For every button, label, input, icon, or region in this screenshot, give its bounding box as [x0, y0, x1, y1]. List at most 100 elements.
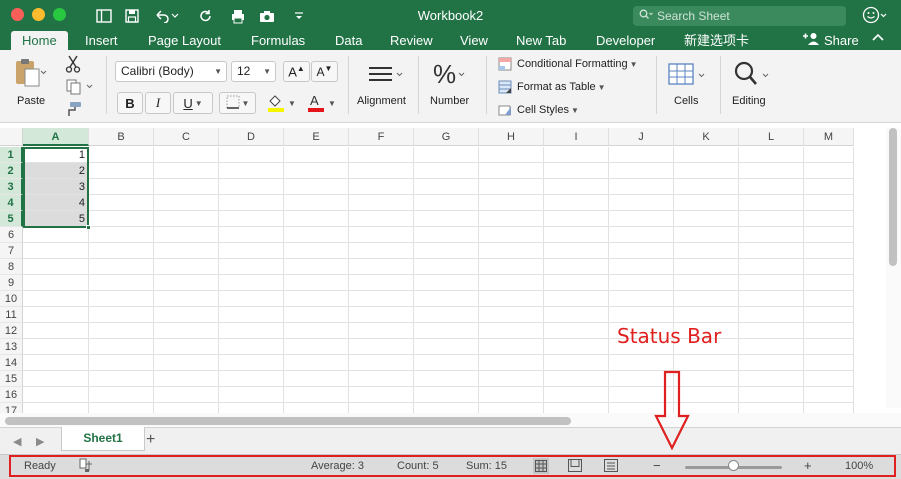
- cell-c8[interactable]: [154, 259, 219, 275]
- cell-i3[interactable]: [544, 179, 609, 195]
- cell-i6[interactable]: [544, 227, 609, 243]
- cell-j11[interactable]: [609, 307, 674, 323]
- cell-e1[interactable]: [284, 147, 349, 163]
- column-header-d[interactable]: D: [219, 128, 284, 146]
- cell-f7[interactable]: [349, 243, 414, 259]
- row-header-11[interactable]: 11: [0, 307, 23, 323]
- cell-i4[interactable]: [544, 195, 609, 211]
- cell-g6[interactable]: [414, 227, 479, 243]
- bold-button[interactable]: B: [117, 92, 143, 114]
- cell-j8[interactable]: [609, 259, 674, 275]
- row-header-5[interactable]: 5: [0, 211, 23, 227]
- cell-b8[interactable]: [89, 259, 154, 275]
- cell-k8[interactable]: [674, 259, 739, 275]
- borders-button[interactable]: ▼: [219, 92, 256, 114]
- cut-icon[interactable]: [63, 55, 83, 73]
- row-header-2[interactable]: 2: [0, 163, 23, 179]
- cell-f4[interactable]: [349, 195, 414, 211]
- cell-a9[interactable]: [23, 275, 89, 291]
- cell-a13[interactable]: [23, 339, 89, 355]
- cell-h1[interactable]: [479, 147, 544, 163]
- cell-g7[interactable]: [414, 243, 479, 259]
- cell-e14[interactable]: [284, 355, 349, 371]
- cell-b14[interactable]: [89, 355, 154, 371]
- cell-l10[interactable]: [739, 291, 804, 307]
- cell-h15[interactable]: [479, 371, 544, 387]
- conditional-formatting-button[interactable]: Conditional Formatting ▼: [498, 57, 638, 71]
- row-header-16[interactable]: 16: [0, 387, 23, 403]
- cell-styles-button[interactable]: Cell Styles ▼: [498, 103, 579, 117]
- cell-d3[interactable]: [219, 179, 284, 195]
- search-sheet-field[interactable]: Search Sheet: [633, 6, 846, 26]
- cell-d12[interactable]: [219, 323, 284, 339]
- cell-b4[interactable]: [89, 195, 154, 211]
- cell-e11[interactable]: [284, 307, 349, 323]
- cell-a12[interactable]: [23, 323, 89, 339]
- tab-home[interactable]: Home: [11, 31, 68, 51]
- row-header-8[interactable]: 8: [0, 259, 23, 275]
- cell-f2[interactable]: [349, 163, 414, 179]
- cell-g9[interactable]: [414, 275, 479, 291]
- cell-i14[interactable]: [544, 355, 609, 371]
- cell-f12[interactable]: [349, 323, 414, 339]
- normal-view-icon[interactable]: [533, 458, 549, 474]
- macro-record-icon[interactable]: [79, 458, 93, 476]
- cell-f11[interactable]: [349, 307, 414, 323]
- row-header-4[interactable]: 4: [0, 195, 23, 211]
- cell-i1[interactable]: [544, 147, 609, 163]
- column-header-i[interactable]: I: [544, 128, 609, 146]
- cell-a8[interactable]: [23, 259, 89, 275]
- row-header-1[interactable]: 1: [0, 147, 23, 163]
- cell-b9[interactable]: [89, 275, 154, 291]
- cell-g10[interactable]: [414, 291, 479, 307]
- column-header-j[interactable]: J: [609, 128, 674, 146]
- cell-l11[interactable]: [739, 307, 804, 323]
- cell-b16[interactable]: [89, 387, 154, 403]
- cell-c2[interactable]: [154, 163, 219, 179]
- cell-h5[interactable]: [479, 211, 544, 227]
- row-header-7[interactable]: 7: [0, 243, 23, 259]
- cell-h14[interactable]: [479, 355, 544, 371]
- cell-j2[interactable]: [609, 163, 674, 179]
- cells-icon[interactable]: [664, 58, 710, 90]
- cell-j10[interactable]: [609, 291, 674, 307]
- cell-k3[interactable]: [674, 179, 739, 195]
- cell-c16[interactable]: [154, 387, 219, 403]
- cell-c3[interactable]: [154, 179, 219, 195]
- select-all-corner[interactable]: [0, 128, 23, 146]
- row-header-15[interactable]: 15: [0, 371, 23, 387]
- cell-c1[interactable]: [154, 147, 219, 163]
- cell-g4[interactable]: [414, 195, 479, 211]
- cell-j7[interactable]: [609, 243, 674, 259]
- cell-c11[interactable]: [154, 307, 219, 323]
- zoom-in-icon[interactable]: +: [804, 458, 812, 473]
- cell-h11[interactable]: [479, 307, 544, 323]
- cell-c10[interactable]: [154, 291, 219, 307]
- cell-l6[interactable]: [739, 227, 804, 243]
- cell-m1[interactable]: [804, 147, 854, 163]
- tab-developer[interactable]: Developer: [596, 33, 655, 50]
- cell-h3[interactable]: [479, 179, 544, 195]
- cell-c14[interactable]: [154, 355, 219, 371]
- cell-l12[interactable]: [739, 323, 804, 339]
- font-name-combo[interactable]: Calibri (Body) ▼: [115, 61, 227, 82]
- cell-h4[interactable]: [479, 195, 544, 211]
- cell-j1[interactable]: [609, 147, 674, 163]
- cell-h2[interactable]: [479, 163, 544, 179]
- cell-f8[interactable]: [349, 259, 414, 275]
- cell-m13[interactable]: [804, 339, 854, 355]
- cell-j9[interactable]: [609, 275, 674, 291]
- cell-a14[interactable]: [23, 355, 89, 371]
- cell-j3[interactable]: [609, 179, 674, 195]
- cell-e4[interactable]: [284, 195, 349, 211]
- cell-j6[interactable]: [609, 227, 674, 243]
- cell-h7[interactable]: [479, 243, 544, 259]
- cell-f14[interactable]: [349, 355, 414, 371]
- add-sheet-icon[interactable]: +: [146, 431, 155, 449]
- cell-m10[interactable]: [804, 291, 854, 307]
- cell-a6[interactable]: [23, 227, 89, 243]
- cell-e8[interactable]: [284, 259, 349, 275]
- cell-d10[interactable]: [219, 291, 284, 307]
- cell-h16[interactable]: [479, 387, 544, 403]
- cell-k11[interactable]: [674, 307, 739, 323]
